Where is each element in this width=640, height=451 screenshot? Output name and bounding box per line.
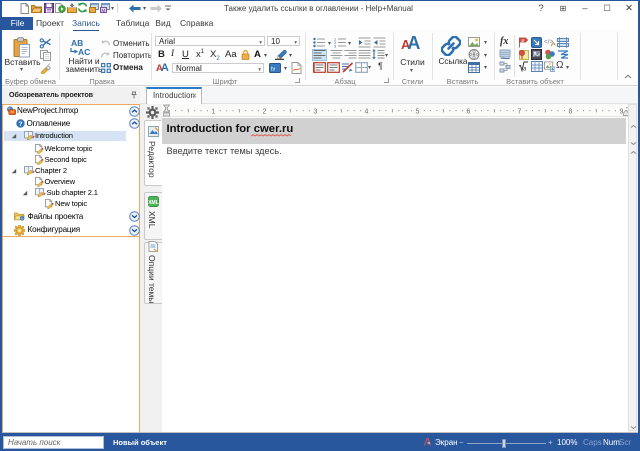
svg-text:1: 1 bbox=[211, 109, 215, 116]
svg-text:XML: XML bbox=[148, 200, 159, 206]
svg-text:3: 3 bbox=[313, 109, 317, 116]
svg-text:3: 3 bbox=[334, 44, 337, 49]
svg-text:tv: tv bbox=[271, 67, 276, 73]
svg-text:2: 2 bbox=[262, 109, 266, 116]
svg-text:?: ? bbox=[19, 121, 23, 128]
svg-text:a: a bbox=[523, 67, 527, 73]
svg-text:7: 7 bbox=[517, 109, 521, 116]
svg-text:8: 8 bbox=[568, 109, 572, 116]
svg-text:5: 5 bbox=[415, 109, 419, 116]
svg-text:6: 6 bbox=[466, 109, 470, 116]
svg-text:9: 9 bbox=[619, 109, 623, 116]
svg-text:M: M bbox=[102, 8, 106, 13]
svg-text:4: 4 bbox=[364, 109, 368, 116]
